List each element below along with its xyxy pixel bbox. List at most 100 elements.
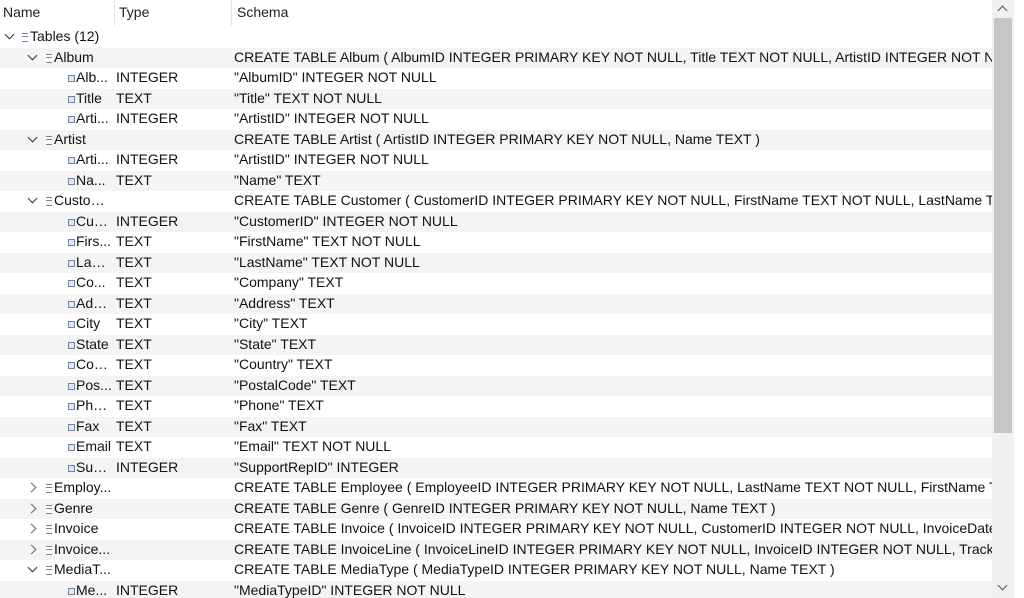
row-type: INTEGER (116, 110, 179, 126)
row-name: Artist (54, 130, 86, 147)
row-schema: "Title" TEXT NOT NULL (234, 89, 382, 106)
row-type: TEXT (116, 417, 152, 434)
column-icon (68, 423, 75, 431)
chevron-right-icon[interactable] (27, 480, 39, 494)
row-schema: CREATE TABLE Employee ( EmployeeID INTEG… (234, 479, 992, 495)
column-divider[interactable] (114, 0, 115, 26)
row-type: TEXT (116, 274, 152, 290)
vertical-scrollbar[interactable] (992, 0, 1014, 598)
column-icon (68, 300, 75, 308)
table-row[interactable]: Employ... CREATE TABLE Employee ( Employe… (0, 478, 992, 498)
row-schema: "FirstName" TEXT NOT NULL (234, 233, 421, 249)
row-type: TEXT (116, 171, 152, 188)
column-header-schema[interactable]: Schema (237, 4, 288, 20)
field-row[interactable]: Email TEXT "Email" TEXT NOT NULL (0, 437, 992, 457)
chevron-down-icon[interactable] (4, 29, 16, 43)
row-name: Add... (76, 294, 112, 311)
row-type: TEXT (116, 376, 152, 393)
field-row[interactable]: Cou... TEXT "Country" TEXT (0, 355, 992, 375)
row-schema: CREATE TABLE Artist ( ArtistID INTEGER P… (234, 130, 760, 147)
row-type: INTEGER (116, 212, 179, 229)
table-row[interactable]: Invoice CREATE TABLE Invoice ( InvoiceID … (0, 519, 992, 539)
table-icon (46, 566, 52, 575)
field-row[interactable]: City TEXT "City" TEXT (0, 314, 992, 334)
row-name: Alb... (76, 69, 108, 85)
window-edge (1014, 0, 1024, 598)
row-type: TEXT (116, 89, 152, 106)
row-schema: "Email" TEXT NOT NULL (234, 438, 391, 454)
row-name: Co... (76, 274, 106, 290)
field-row[interactable]: Title TEXT "Title" TEXT NOT NULL (0, 88, 992, 109)
column-icon (68, 587, 75, 595)
row-name: Sup... (76, 458, 112, 475)
row-name: MediaT... (54, 561, 111, 577)
row-schema: "LastName" TEXT NOT NULL (234, 253, 420, 270)
field-row[interactable]: Arti... INTEGER "ArtistID" INTEGER NOT NUL… (0, 150, 992, 170)
chevron-down-icon[interactable] (27, 562, 39, 576)
chevron-down-icon[interactable] (27, 193, 39, 207)
row-name: Arti... (76, 151, 109, 167)
row-schema: "Company" TEXT (234, 274, 344, 290)
row-name: State (76, 335, 109, 352)
row-schema: "SupportRepID" INTEGER (234, 458, 399, 475)
field-row[interactable]: Co... TEXT "Company" TEXT (0, 273, 992, 293)
column-icon (68, 403, 75, 410)
scrollbar-thumb[interactable] (994, 18, 1012, 433)
row-name: Firs... (76, 233, 111, 249)
column-header-name[interactable]: Name (3, 4, 40, 20)
row-type: INTEGER (116, 458, 179, 475)
row-name: Last... (76, 253, 112, 270)
scroll-down-icon[interactable] (992, 580, 1014, 598)
column-icon (68, 218, 75, 226)
table-row[interactable]: Genre CREATE TABLE Genre ( GenreID INTEGE… (0, 498, 992, 519)
field-row[interactable]: Me... INTEGER "MediaTypeID" INTEGER NOT NU… (0, 580, 992, 598)
field-row[interactable]: Firs... TEXT "FirstName" TEXT NOT NULL (0, 232, 992, 252)
chevron-down-icon[interactable] (27, 132, 39, 146)
field-row[interactable]: Sup... INTEGER "SupportRepID" INTEGER (0, 457, 992, 478)
row-schema: "ArtistID" INTEGER NOT NULL (234, 110, 429, 126)
row-type: INTEGER (116, 581, 179, 598)
table-row[interactable]: Artist CREATE TABLE Artist ( ArtistID INT… (0, 129, 992, 150)
chevron-right-icon[interactable] (27, 501, 39, 515)
row-schema: "Name" TEXT (234, 171, 321, 188)
column-header-type[interactable]: Type (119, 4, 149, 20)
table-row[interactable]: Invoice... CREATE TABLE InvoiceLine ( Inv… (0, 539, 992, 560)
field-row[interactable]: Arti... INTEGER "ArtistID" INTEGER NOT NUL… (0, 109, 992, 129)
column-icon (68, 95, 75, 103)
table-icon (46, 545, 52, 555)
row-name: Invoice (54, 520, 99, 536)
table-icon (46, 53, 52, 63)
row-name: Employ... (54, 479, 112, 495)
row-schema: "PostalCode" TEXT (234, 376, 356, 393)
table-row[interactable]: MediaT... CREATE TABLE MediaType ( MediaT… (0, 560, 992, 580)
field-row[interactable]: Alb... INTEGER "AlbumID" INTEGER NOT NULL (0, 68, 992, 88)
column-icon (68, 341, 75, 349)
field-row[interactable]: State TEXT "State" TEXT (0, 334, 992, 355)
row-name: Genre (54, 499, 93, 516)
table-row[interactable]: Custom... CREATE TABLE Customer ( Custome… (0, 191, 992, 211)
field-row[interactable]: Add... TEXT "Address" TEXT (0, 293, 992, 314)
row-schema: "ArtistID" INTEGER NOT NULL (234, 151, 429, 167)
tables-folder-row[interactable]: Tables (12) (0, 27, 992, 47)
column-divider[interactable] (231, 0, 232, 26)
chevron-down-icon[interactable] (27, 50, 39, 64)
column-icon (68, 382, 75, 390)
field-row[interactable]: Last... TEXT "LastName" TEXT NOT NULL (0, 252, 992, 273)
chevron-right-icon[interactable] (27, 542, 39, 556)
chevron-right-icon[interactable] (27, 521, 39, 535)
field-row[interactable]: Fax TEXT "Fax" TEXT (0, 416, 992, 437)
row-name: Pos... (76, 376, 112, 393)
table-icon (46, 525, 52, 534)
field-row[interactable]: Pos... TEXT "PostalCode" TEXT (0, 375, 992, 396)
row-type: TEXT (116, 315, 152, 331)
table-icon (46, 504, 52, 514)
column-icon (68, 464, 75, 472)
row-type: INTEGER (116, 69, 179, 85)
column-icon (68, 157, 75, 164)
field-row[interactable]: Pho... TEXT "Phone" TEXT (0, 396, 992, 416)
field-row[interactable]: Cus... INTEGER "CustomerID" INTEGER NOT NU… (0, 211, 992, 232)
scroll-up-icon[interactable] (992, 0, 1014, 18)
table-icon (46, 135, 52, 145)
table-row[interactable]: Album CREATE TABLE Album ( AlbumID INTEGE… (0, 47, 992, 68)
field-row[interactable]: Na... TEXT "Name" TEXT (0, 170, 992, 191)
